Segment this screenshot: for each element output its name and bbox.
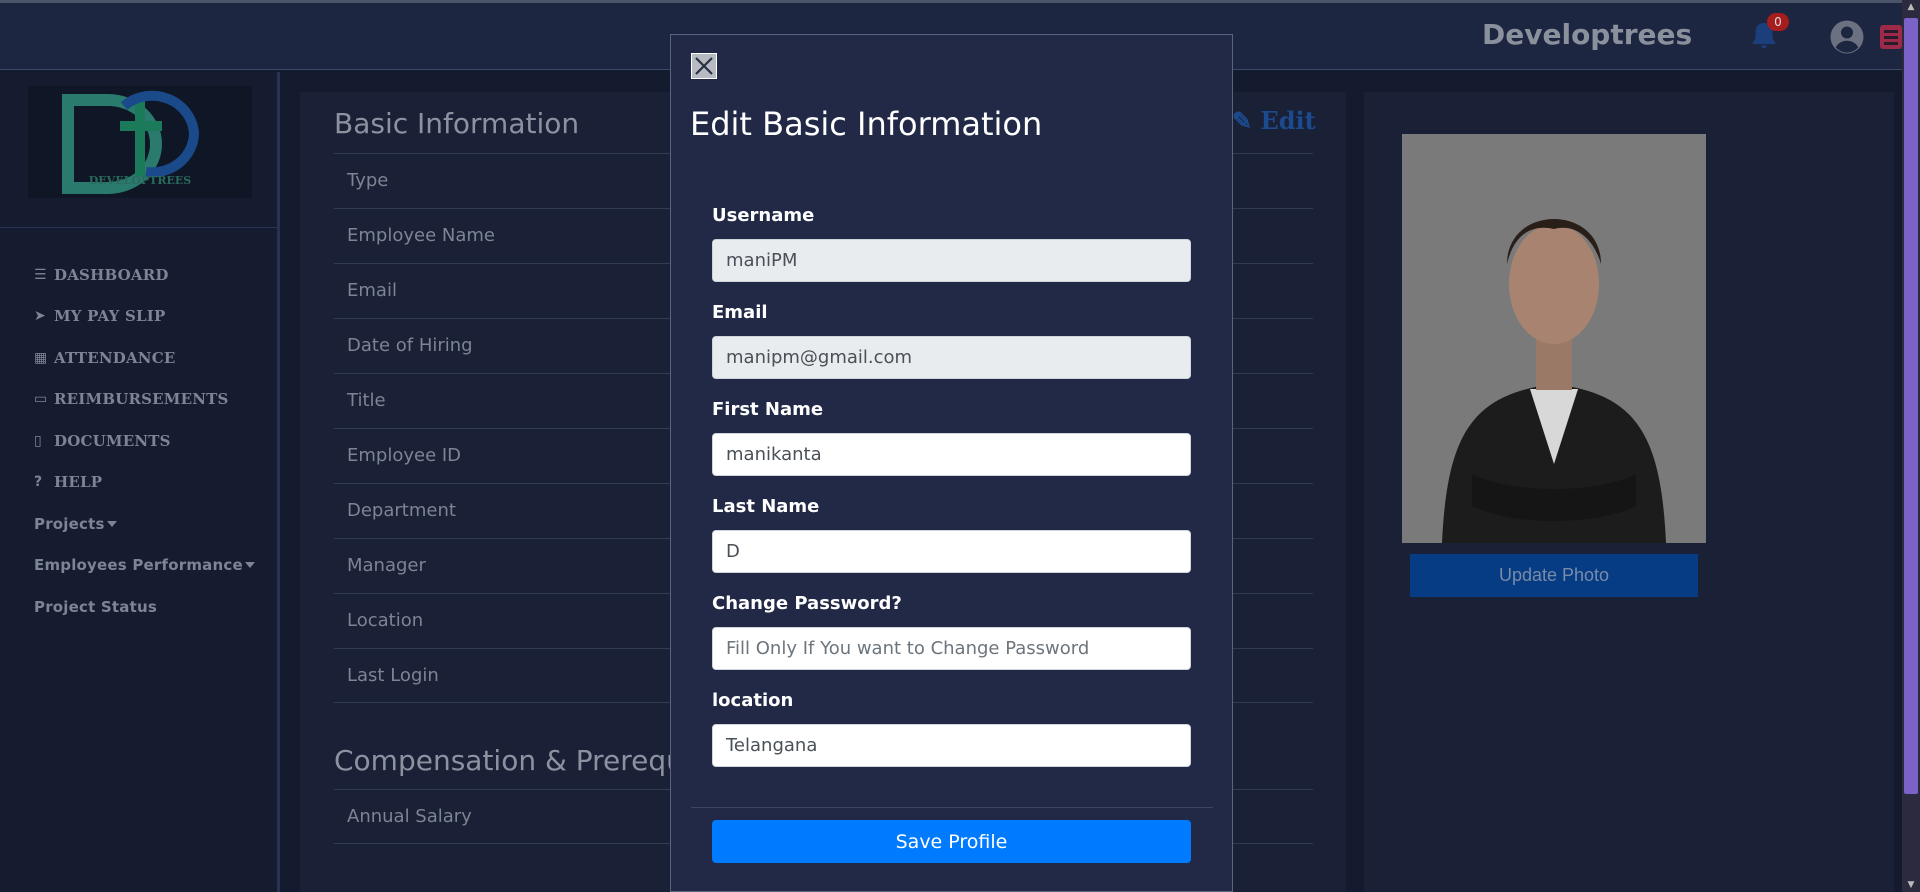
svg-text:DEVELOPTREES: DEVELOPTREES xyxy=(89,174,192,187)
profile-photo xyxy=(1402,134,1706,543)
email-field[interactable] xyxy=(712,336,1191,379)
sidebar: DEVELOPTREES ☰ DASHBOARD ➤ MY PAY SLIP ▦ AT… xyxy=(0,72,280,892)
page-scrollbar[interactable]: ▲ ▼ xyxy=(1902,0,1920,892)
username-field[interactable] xyxy=(712,239,1191,282)
basic-info-title: Basic Information xyxy=(334,107,580,140)
file-icon: ▯ xyxy=(34,432,42,449)
question-circle-icon: ? xyxy=(34,474,43,491)
last-name-field[interactable] xyxy=(712,530,1191,573)
company-logo[interactable]: DEVELOPTREES xyxy=(28,86,252,198)
compensation-title: Compensation & Prerequ xyxy=(334,744,684,777)
sidebar-item-project-status[interactable]: Project Status xyxy=(34,586,255,628)
location-field[interactable] xyxy=(712,724,1191,767)
email-label: Email xyxy=(712,302,768,323)
last-name-label: Last Name xyxy=(712,496,820,517)
bars-icon: ☰ xyxy=(34,266,47,283)
sidebar-item-documents[interactable]: ▯ DOCUMENTS xyxy=(34,420,255,462)
first-name-field[interactable] xyxy=(712,433,1191,476)
photo-card: Update Photo xyxy=(1364,92,1894,892)
update-photo-button[interactable]: Update Photo xyxy=(1410,554,1698,597)
edit-label: Edit xyxy=(1260,106,1316,135)
calendar-icon: ▦ xyxy=(34,349,48,366)
scrollbar-thumb[interactable] xyxy=(1904,18,1918,794)
modal-title: Edit Basic Information xyxy=(690,105,1043,143)
sidebar-item-label: HELP xyxy=(54,473,103,492)
caret-down-icon xyxy=(106,520,117,527)
sidebar-item-label: Employees Performance xyxy=(34,556,243,575)
password-field[interactable] xyxy=(712,627,1191,670)
sidebar-item-help[interactable]: ? HELP xyxy=(34,462,255,504)
sidebar-nav: ☰ DASHBOARD ➤ MY PAY SLIP ▦ ATTENDANCE ▭ REI… xyxy=(34,254,255,628)
sidebar-item-label: ATTENDANCE xyxy=(54,348,176,367)
username-label: Username xyxy=(712,205,815,226)
edit-icon: ✎ xyxy=(1232,106,1253,135)
notification-badge: 0 xyxy=(1767,13,1789,31)
sidebar-item-label: MY PAY SLIP xyxy=(54,307,166,326)
close-button[interactable] xyxy=(691,53,717,79)
sidebar-item-label: DASHBOARD xyxy=(54,265,169,284)
sidebar-item-dashboard[interactable]: ☰ DASHBOARD xyxy=(34,254,255,296)
modal-divider xyxy=(691,807,1213,808)
scroll-up-icon[interactable]: ▲ xyxy=(1902,0,1920,14)
change-password-label: Change Password? xyxy=(712,593,902,614)
close-icon xyxy=(695,57,713,75)
scroll-down-icon[interactable]: ▼ xyxy=(1902,878,1920,892)
sidebar-item-attendance[interactable]: ▦ ATTENDANCE xyxy=(34,337,255,379)
brand-name: Developtrees xyxy=(1482,18,1693,51)
sidebar-divider xyxy=(0,227,277,228)
caret-down-icon xyxy=(244,562,255,569)
sidebar-item-label: Project Status xyxy=(34,597,157,616)
first-name-label: First Name xyxy=(712,399,824,420)
paper-plane-icon: ➤ xyxy=(34,308,46,325)
sidebar-item-reimbursements[interactable]: ▭ REIMBURSEMENTS xyxy=(34,379,255,421)
hamburger-menu-icon[interactable] xyxy=(1880,25,1902,49)
location-label: location xyxy=(712,690,794,711)
sidebar-dropdown-employees-performance[interactable]: Employees Performance xyxy=(34,545,255,587)
credit-card-icon: ▭ xyxy=(34,391,48,408)
save-profile-button[interactable]: Save Profile xyxy=(712,820,1191,863)
user-avatar-icon[interactable] xyxy=(1829,19,1865,55)
sidebar-item-my-pay-slip[interactable]: ➤ MY PAY SLIP xyxy=(34,296,255,338)
edit-link[interactable]: ✎ Edit xyxy=(1232,106,1316,135)
sidebar-item-label: Projects xyxy=(34,514,105,533)
sidebar-item-label: DOCUMENTS xyxy=(54,431,171,450)
edit-basic-info-modal: Edit Basic Information Username Email Fi… xyxy=(670,34,1233,892)
sidebar-dropdown-projects[interactable]: Projects xyxy=(34,503,255,545)
sidebar-item-label: REIMBURSEMENTS xyxy=(54,390,229,409)
